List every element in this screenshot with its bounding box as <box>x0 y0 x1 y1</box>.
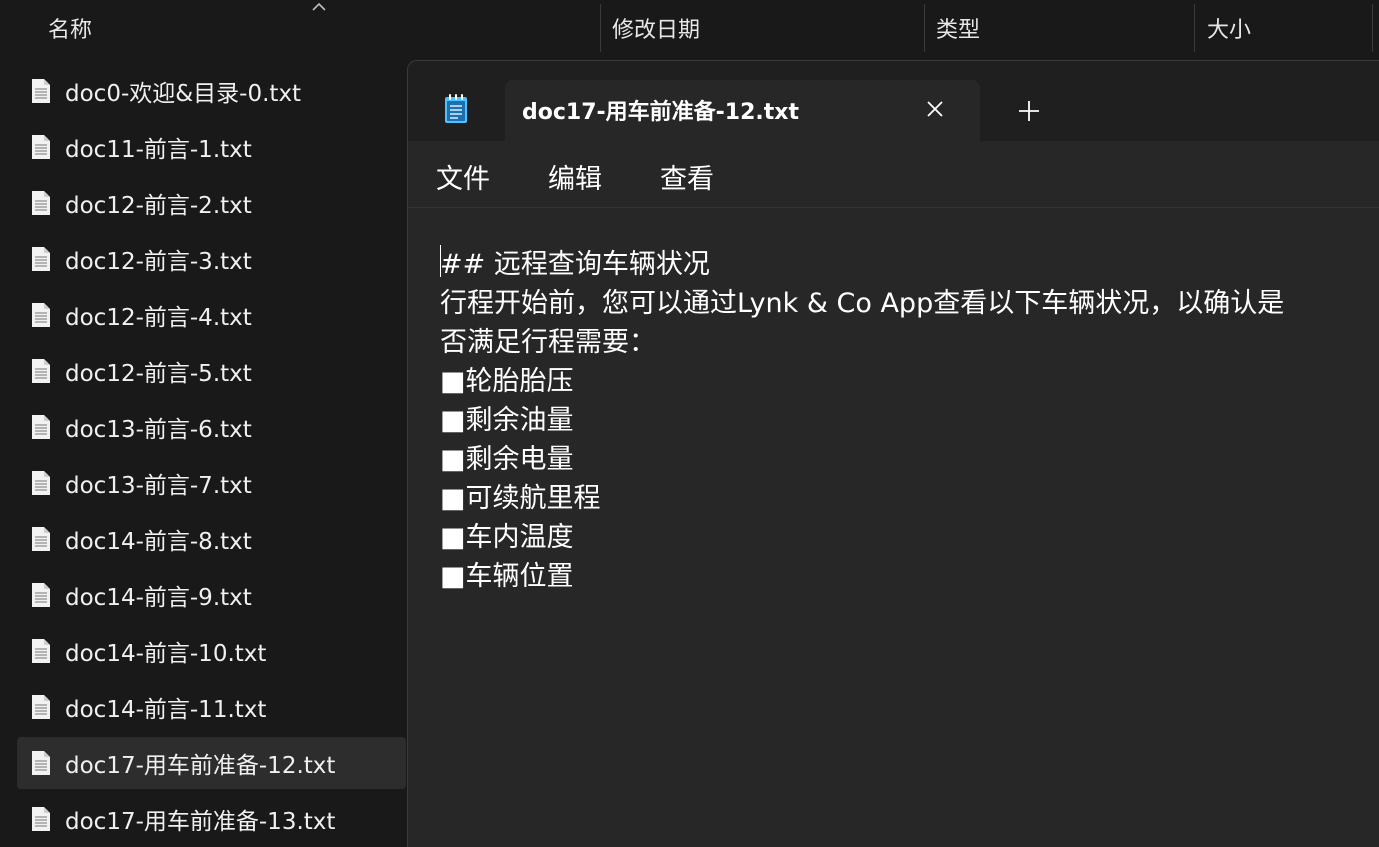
file-row[interactable]: doc12-前言-4.txt <box>17 289 406 341</box>
file-row[interactable]: doc12-前言-3.txt <box>17 233 406 285</box>
file-name: doc0-欢迎&目录-0.txt <box>65 81 302 107</box>
text-file-icon <box>32 471 50 495</box>
notepad-window: doc17-用车前准备-12.txt 文件 编辑 查看 ## 远程查询车辆状况 … <box>407 60 1379 847</box>
text-file-icon <box>32 303 50 327</box>
column-divider[interactable] <box>600 4 601 52</box>
editor-line: ■剩余电量 <box>440 444 574 475</box>
file-row[interactable]: doc12-前言-2.txt <box>17 177 406 229</box>
file-name: doc14-前言-11.txt <box>65 697 267 723</box>
file-name: doc14-前言-8.txt <box>65 529 252 555</box>
close-icon[interactable] <box>923 97 947 121</box>
text-file-icon <box>32 583 50 607</box>
text-file-icon <box>32 191 50 215</box>
column-name[interactable]: 名称 <box>48 0 598 56</box>
text-file-icon <box>32 695 50 719</box>
column-size-label: 大小 <box>1207 18 1252 43</box>
editor-line: ■可续航里程 <box>440 483 601 514</box>
column-modified-label: 修改日期 <box>612 18 701 43</box>
file-name: doc12-前言-2.txt <box>65 193 252 219</box>
tab-title: doc17-用车前准备-12.txt <box>522 100 799 125</box>
file-row[interactable]: doc14-前言-11.txt <box>17 681 406 733</box>
file-row[interactable]: doc14-前言-8.txt <box>17 513 406 565</box>
column-type-label: 类型 <box>936 18 981 43</box>
title-bar[interactable]: doc17-用车前准备-12.txt <box>408 61 1379 141</box>
menu-bar: 文件 编辑 查看 <box>408 141 1379 208</box>
menu-view[interactable]: 查看 <box>660 157 714 196</box>
menu-edit[interactable]: 编辑 <box>548 157 602 196</box>
file-name: doc12-前言-4.txt <box>65 305 252 331</box>
file-name: doc13-前言-6.txt <box>65 417 252 443</box>
text-file-icon <box>32 807 50 831</box>
file-row[interactable]: doc14-前言-10.txt <box>17 625 406 677</box>
notepad-icon <box>445 94 467 123</box>
file-name: doc12-前言-5.txt <box>65 361 252 387</box>
file-name: doc11-前言-1.txt <box>65 137 252 163</box>
text-editor[interactable]: ## 远程查询车辆状况 行程开始前，您可以通过Lynk & Co App查看以下… <box>408 208 1379 847</box>
column-modified[interactable]: 修改日期 <box>612 0 912 56</box>
file-name: doc17-用车前准备-13.txt <box>65 809 336 835</box>
file-row[interactable]: doc17-用车前准备-13.txt <box>17 793 406 845</box>
text-file-icon <box>32 79 50 103</box>
plus-icon[interactable] <box>1016 98 1042 124</box>
editor-line: 否满足行程需要： <box>440 327 656 358</box>
file-name: doc13-前言-7.txt <box>65 473 252 499</box>
text-file-icon <box>32 247 50 271</box>
file-row[interactable]: doc13-前言-7.txt <box>17 457 406 509</box>
file-name: doc14-前言-9.txt <box>65 585 252 611</box>
text-file-icon <box>32 135 50 159</box>
column-size[interactable]: 大小 <box>1207 0 1367 56</box>
text-file-icon <box>32 639 50 663</box>
file-name: doc12-前言-3.txt <box>65 249 252 275</box>
editor-line: ■剩余油量 <box>440 405 574 436</box>
editor-content[interactable]: ## 远程查询车辆状况 行程开始前，您可以通过Lynk & Co App查看以下… <box>440 245 1370 596</box>
file-name: doc14-前言-10.txt <box>65 641 267 667</box>
column-divider[interactable] <box>924 4 925 52</box>
editor-line: 行程开始前，您可以通过Lynk & Co App查看以下车辆状况，以确认是 <box>440 288 1285 319</box>
column-type[interactable]: 类型 <box>936 0 1186 56</box>
text-file-icon <box>32 527 50 551</box>
column-divider[interactable] <box>1194 4 1195 52</box>
column-divider[interactable] <box>1372 4 1373 52</box>
file-row[interactable]: doc11-前言-1.txt <box>17 121 406 173</box>
text-caret <box>440 245 441 277</box>
file-name: doc17-用车前准备-12.txt <box>65 753 336 779</box>
editor-line: ## 远程查询车辆状况 <box>440 249 710 280</box>
file-row[interactable]: doc12-前言-5.txt <box>17 345 406 397</box>
editor-line: ■车辆位置 <box>440 561 574 592</box>
text-file-icon <box>32 751 50 775</box>
editor-line: ■轮胎胎压 <box>440 366 574 397</box>
file-row[interactable]: doc14-前言-9.txt <box>17 569 406 621</box>
column-name-label: 名称 <box>48 18 93 43</box>
file-row[interactable]: doc13-前言-6.txt <box>17 401 406 453</box>
text-file-icon <box>32 359 50 383</box>
file-row[interactable]: doc0-欢迎&目录-0.txt <box>17 65 406 117</box>
text-file-icon <box>32 415 50 439</box>
editor-line: ■车内温度 <box>440 522 574 553</box>
tab-active[interactable]: doc17-用车前准备-12.txt <box>505 80 980 141</box>
file-row-selected[interactable]: doc17-用车前准备-12.txt <box>17 737 406 789</box>
menu-file[interactable]: 文件 <box>436 157 490 196</box>
column-header: 名称 修改日期 类型 大小 <box>0 0 1379 60</box>
